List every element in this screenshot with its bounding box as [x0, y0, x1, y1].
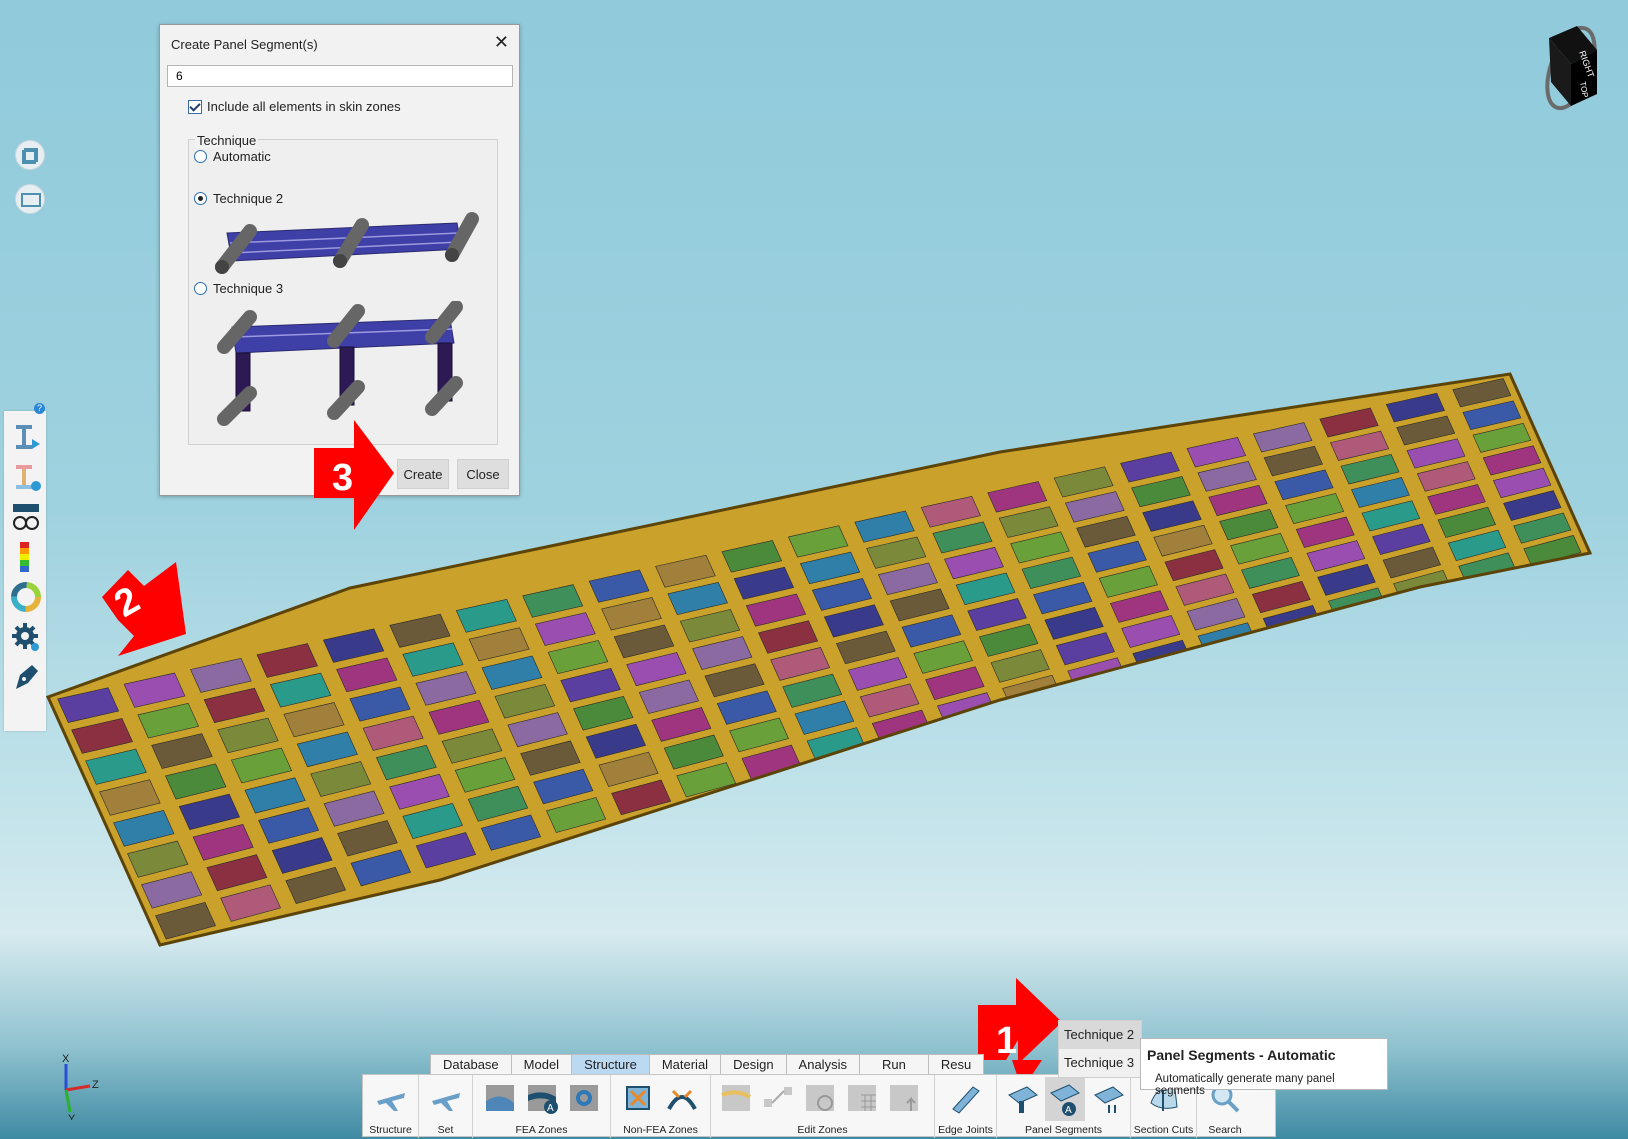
group-edge-joints[interactable]: Edge Joints	[935, 1075, 997, 1138]
tab-structure[interactable]: Structure	[571, 1054, 650, 1074]
edit-zone-split-icon[interactable]	[761, 1081, 795, 1115]
group-non-fea-zones-label: Non-FEA Zones	[623, 1124, 698, 1136]
color-legend-icon[interactable]	[17, 541, 33, 573]
option-technique-3-label: Technique 3	[213, 281, 284, 296]
rectangle-icon	[21, 193, 41, 207]
group-set-label: Set	[437, 1124, 454, 1136]
option-technique-2[interactable]: Technique 2	[194, 191, 283, 206]
panel-segment-menu: Technique 2 Technique 3	[1058, 1020, 1142, 1078]
help-icon[interactable]: ?	[34, 403, 45, 414]
menu-item-technique-3[interactable]: Technique 3	[1059, 1049, 1141, 1077]
group-fea-zones: A FEA Zones	[473, 1075, 611, 1138]
tooltip-title: Panel Segments - Automatic	[1147, 1047, 1336, 1063]
tab-design[interactable]: Design	[720, 1054, 787, 1074]
non-fea-arc-icon[interactable]	[665, 1081, 699, 1115]
group-section-cuts-label: Section Cuts	[1133, 1124, 1194, 1136]
frame-view-button[interactable]	[15, 184, 45, 214]
edit-zone-grid-icon[interactable]	[845, 1081, 879, 1115]
group-panel-segments: A Panel Segments	[997, 1075, 1131, 1138]
technique-group-label: Technique	[195, 133, 259, 148]
fea-zone-gear-icon[interactable]	[567, 1081, 601, 1115]
group-structure-label: Structure	[369, 1124, 412, 1136]
option-technique-2-label: Technique 2	[213, 191, 284, 206]
menu-item-technique-2[interactable]: Technique 2	[1059, 1021, 1141, 1049]
include-all-checkbox[interactable]	[188, 99, 202, 114]
create-panel-segment-dialog: Create Panel Segment(s) ✕ Include all el…	[159, 24, 520, 496]
fea-auto-badge: A	[547, 1103, 554, 1114]
axis-x-label: X	[62, 1053, 70, 1065]
fea-zone-icon[interactable]	[483, 1081, 517, 1115]
include-all-row[interactable]: Include all elements in skin zones	[188, 99, 401, 114]
panel-segment-icon[interactable]	[1005, 1081, 1039, 1115]
technique-2-illustration	[215, 212, 479, 274]
close-button[interactable]: Close	[457, 459, 509, 489]
ribbon-tabs: Database Model Structure Material Design…	[430, 1054, 985, 1074]
radio-automatic[interactable]	[194, 150, 207, 163]
non-fea-zone-icon[interactable]	[621, 1081, 655, 1115]
panel-auto-badge: A	[1065, 1105, 1072, 1116]
copy-view-icon	[22, 148, 38, 164]
group-structure[interactable]: Structure	[363, 1075, 419, 1138]
view-toggle-button[interactable]	[15, 140, 45, 170]
ribbon-toolbar: Structure Set A FEA Zones Non-FEA Zones …	[362, 1074, 1276, 1138]
group-panel-segments-label: Panel Segments	[1024, 1124, 1103, 1136]
option-automatic[interactable]: Automatic	[194, 149, 271, 164]
panel-segment-auto-button[interactable]: A	[1045, 1077, 1085, 1121]
airplane-set-icon	[432, 1093, 460, 1111]
panel-segment-auto-icon: A	[1050, 1084, 1080, 1116]
axis-z-label: Z	[92, 1079, 99, 1091]
edit-zone-select-icon[interactable]	[719, 1081, 753, 1115]
edge-joint-icon	[952, 1086, 980, 1114]
tab-database[interactable]: Database	[430, 1054, 512, 1074]
panel-segments-tooltip: Panel Segments - Automatic Automatically…	[1140, 1038, 1388, 1097]
beam-check-icon[interactable]	[10, 461, 42, 493]
dialog-close-icon[interactable]: ✕	[494, 33, 509, 51]
view-cube[interactable]: RIGHT TOP	[1535, 16, 1605, 116]
group-set[interactable]: Set	[419, 1075, 473, 1138]
axis-triad: X Z Y	[62, 1053, 99, 1120]
group-fea-zones-label: FEA Zones	[515, 1124, 568, 1136]
radio-technique-3[interactable]	[194, 282, 207, 295]
segment-name-input[interactable]	[167, 65, 513, 87]
technique-3-illustration	[217, 301, 463, 426]
settings-gear-icon[interactable]	[10, 621, 42, 653]
group-edit-zones-label: Edit Zones	[797, 1124, 848, 1136]
panel-segment-split-icon[interactable]	[1091, 1081, 1125, 1115]
pen-icon[interactable]	[10, 661, 42, 693]
tooltip-description: Automatically generate many panel segmen…	[1155, 1073, 1335, 1097]
group-non-fea-zones: Non-FEA Zones	[611, 1075, 711, 1138]
airplane-icon	[377, 1093, 405, 1111]
left-toolbar: ?	[4, 403, 46, 731]
option-technique-3[interactable]: Technique 3	[194, 281, 283, 296]
color-wheel-icon[interactable]	[10, 581, 42, 613]
axis-y-label: Y	[68, 1113, 76, 1120]
edit-zone-rotate-icon[interactable]	[803, 1081, 837, 1115]
tab-run[interactable]: Run	[858, 1054, 929, 1074]
beam-play-icon[interactable]	[10, 421, 42, 453]
include-all-label: Include all elements in skin zones	[207, 99, 401, 114]
create-button[interactable]: Create	[397, 459, 449, 489]
radio-technique-2[interactable]	[194, 192, 207, 205]
group-edge-joints-label: Edge Joints	[938, 1124, 993, 1136]
group-search-label: Search	[1208, 1124, 1242, 1136]
tab-results[interactable]: Resu	[927, 1054, 985, 1074]
dialog-title: Create Panel Segment(s)	[171, 37, 318, 52]
edit-zone-up-icon[interactable]	[887, 1081, 921, 1115]
option-automatic-label: Automatic	[213, 149, 271, 164]
tab-model[interactable]: Model	[510, 1054, 573, 1074]
tab-analysis[interactable]: Analysis	[785, 1054, 860, 1074]
glasses-view-icon[interactable]	[10, 501, 42, 533]
tab-material[interactable]: Material	[648, 1054, 722, 1074]
group-edit-zones: Edit Zones	[711, 1075, 935, 1138]
fea-zone-auto-icon[interactable]: A	[525, 1081, 559, 1115]
